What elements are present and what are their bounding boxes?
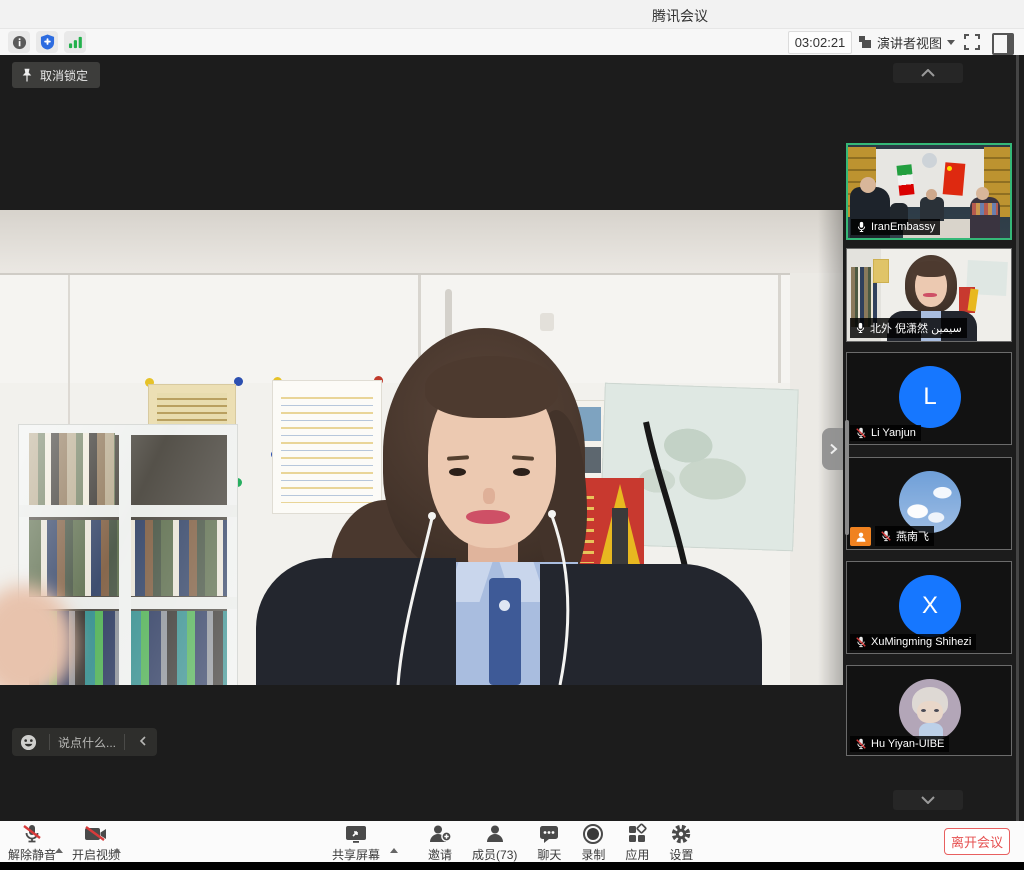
participant-tile-huyiyan[interactable]: Hu Yiyan-UIBE xyxy=(846,665,1012,756)
image-avatar xyxy=(899,679,961,741)
members-icon xyxy=(484,823,506,845)
mic-muted-icon xyxy=(855,427,867,439)
mic-on-icon xyxy=(856,221,867,233)
record-button[interactable]: 录制 xyxy=(581,823,605,864)
participant-name-tag: 北外 倪潇然 سیمین xyxy=(850,318,967,338)
control-bar: 解除静音 开启视频 共享屏幕 邀请 成员(73) 聊天 xyxy=(0,821,1024,862)
chat-input[interactable]: 说点什么... xyxy=(58,734,116,751)
view-mode-label: 演讲者视图 xyxy=(877,33,942,52)
chevron-up-icon xyxy=(921,69,935,77)
speaker-video xyxy=(0,210,843,685)
network-signal-icon[interactable] xyxy=(64,31,86,53)
meeting-timer: 03:02:21 xyxy=(788,31,852,54)
unpin-button[interactable]: 取消锁定 xyxy=(12,62,100,88)
layout-icon xyxy=(858,35,872,49)
camera-off-icon xyxy=(83,823,109,845)
share-screen-button[interactable]: 共享屏幕 xyxy=(332,823,380,864)
chat-collapse-button[interactable] xyxy=(133,736,153,749)
chevron-down-icon xyxy=(947,40,955,45)
view-mode-button[interactable]: 演讲者视图 xyxy=(858,31,955,53)
participant-tile-iranembassy[interactable]: IranEmbassy xyxy=(846,143,1012,240)
security-shield-icon[interactable] xyxy=(36,31,58,53)
chevron-left-icon xyxy=(139,736,147,746)
participant-tile-xumingming[interactable]: X XuMingming Shihezi xyxy=(846,561,1012,654)
mic-on-icon xyxy=(855,322,866,334)
chevron-right-icon xyxy=(828,443,838,455)
scroll-down-button[interactable] xyxy=(893,790,963,810)
invite-person-icon xyxy=(428,823,452,845)
participant-tile-liyanjun[interactable]: L Li Yanjun xyxy=(846,352,1012,445)
control-bar-center: 共享屏幕 邀请 成员(73) 聊天 录制 应用 xyxy=(332,821,693,862)
sidebar-scrollbar-thumb[interactable] xyxy=(845,420,849,535)
tencent-meeting-window: 腾讯会议 03:02:21 演讲者视图 取消锁定 xyxy=(0,0,1024,870)
chat-button[interactable]: 聊天 xyxy=(537,823,561,864)
mic-muted-icon xyxy=(880,530,892,542)
emoji-icon[interactable] xyxy=(16,734,41,751)
letter-avatar: L xyxy=(899,366,961,428)
fullscreen-icon[interactable] xyxy=(963,33,981,51)
title-bar: 腾讯会议 xyxy=(0,0,1024,29)
participant-tile-yannanfei[interactable]: 燕南飞 xyxy=(846,457,1012,550)
earphone-cords xyxy=(0,210,843,685)
record-icon xyxy=(582,823,604,845)
scroll-up-button[interactable] xyxy=(893,63,963,83)
participants-sidebar: IranEmbassy 北外 倪潇然 سیمین xyxy=(843,55,1024,821)
participant-name-tag: IranEmbassy xyxy=(851,219,940,235)
host-badge-icon xyxy=(850,527,871,546)
participant-tile-beiwai[interactable]: 北外 倪潇然 سیمین xyxy=(846,248,1012,342)
unmute-button[interactable]: 解除静音 xyxy=(8,823,56,863)
chevron-down-icon xyxy=(921,796,935,804)
apps-grid-icon xyxy=(626,823,648,845)
share-screen-icon xyxy=(344,823,368,845)
main-stage: 取消锁定 xyxy=(0,55,843,821)
pin-icon xyxy=(21,68,33,82)
participant-name-tag: 燕南飞 xyxy=(875,526,934,546)
chat-quick-bar: 说点什么... xyxy=(12,728,157,756)
chat-bubble-icon xyxy=(538,823,560,845)
sidebar-collapse-handle[interactable] xyxy=(822,428,843,470)
letter-avatar: X xyxy=(899,575,961,637)
participant-name-tag: Hu Yiyan-UIBE xyxy=(850,736,949,752)
invite-button[interactable]: 邀请 xyxy=(428,823,452,864)
settings-button[interactable]: 设置 xyxy=(669,823,693,864)
leave-meeting-button[interactable]: 离开会议 xyxy=(944,828,1010,855)
sidebar-scrollbar-track[interactable] xyxy=(1016,55,1019,821)
mic-muted-icon xyxy=(855,636,867,648)
participant-name-tag: XuMingming Shihezi xyxy=(850,634,976,650)
share-options-chevron[interactable] xyxy=(390,831,398,870)
members-button[interactable]: 成员(73) xyxy=(472,823,517,864)
mic-muted-icon xyxy=(855,738,867,750)
status-toolbar: 03:02:21 演讲者视图 xyxy=(0,29,1024,55)
mic-muted-icon xyxy=(21,823,43,845)
side-panel-icon[interactable] xyxy=(992,33,1014,55)
window-title: 腾讯会议 xyxy=(652,6,708,26)
participant-name-tag: Li Yanjun xyxy=(850,425,921,441)
image-avatar xyxy=(899,471,961,533)
gear-icon xyxy=(670,823,692,845)
camera-options-chevron[interactable] xyxy=(113,831,121,849)
apps-button[interactable]: 应用 xyxy=(625,823,649,864)
info-icon[interactable] xyxy=(8,31,30,53)
mic-options-chevron[interactable] xyxy=(55,831,63,849)
